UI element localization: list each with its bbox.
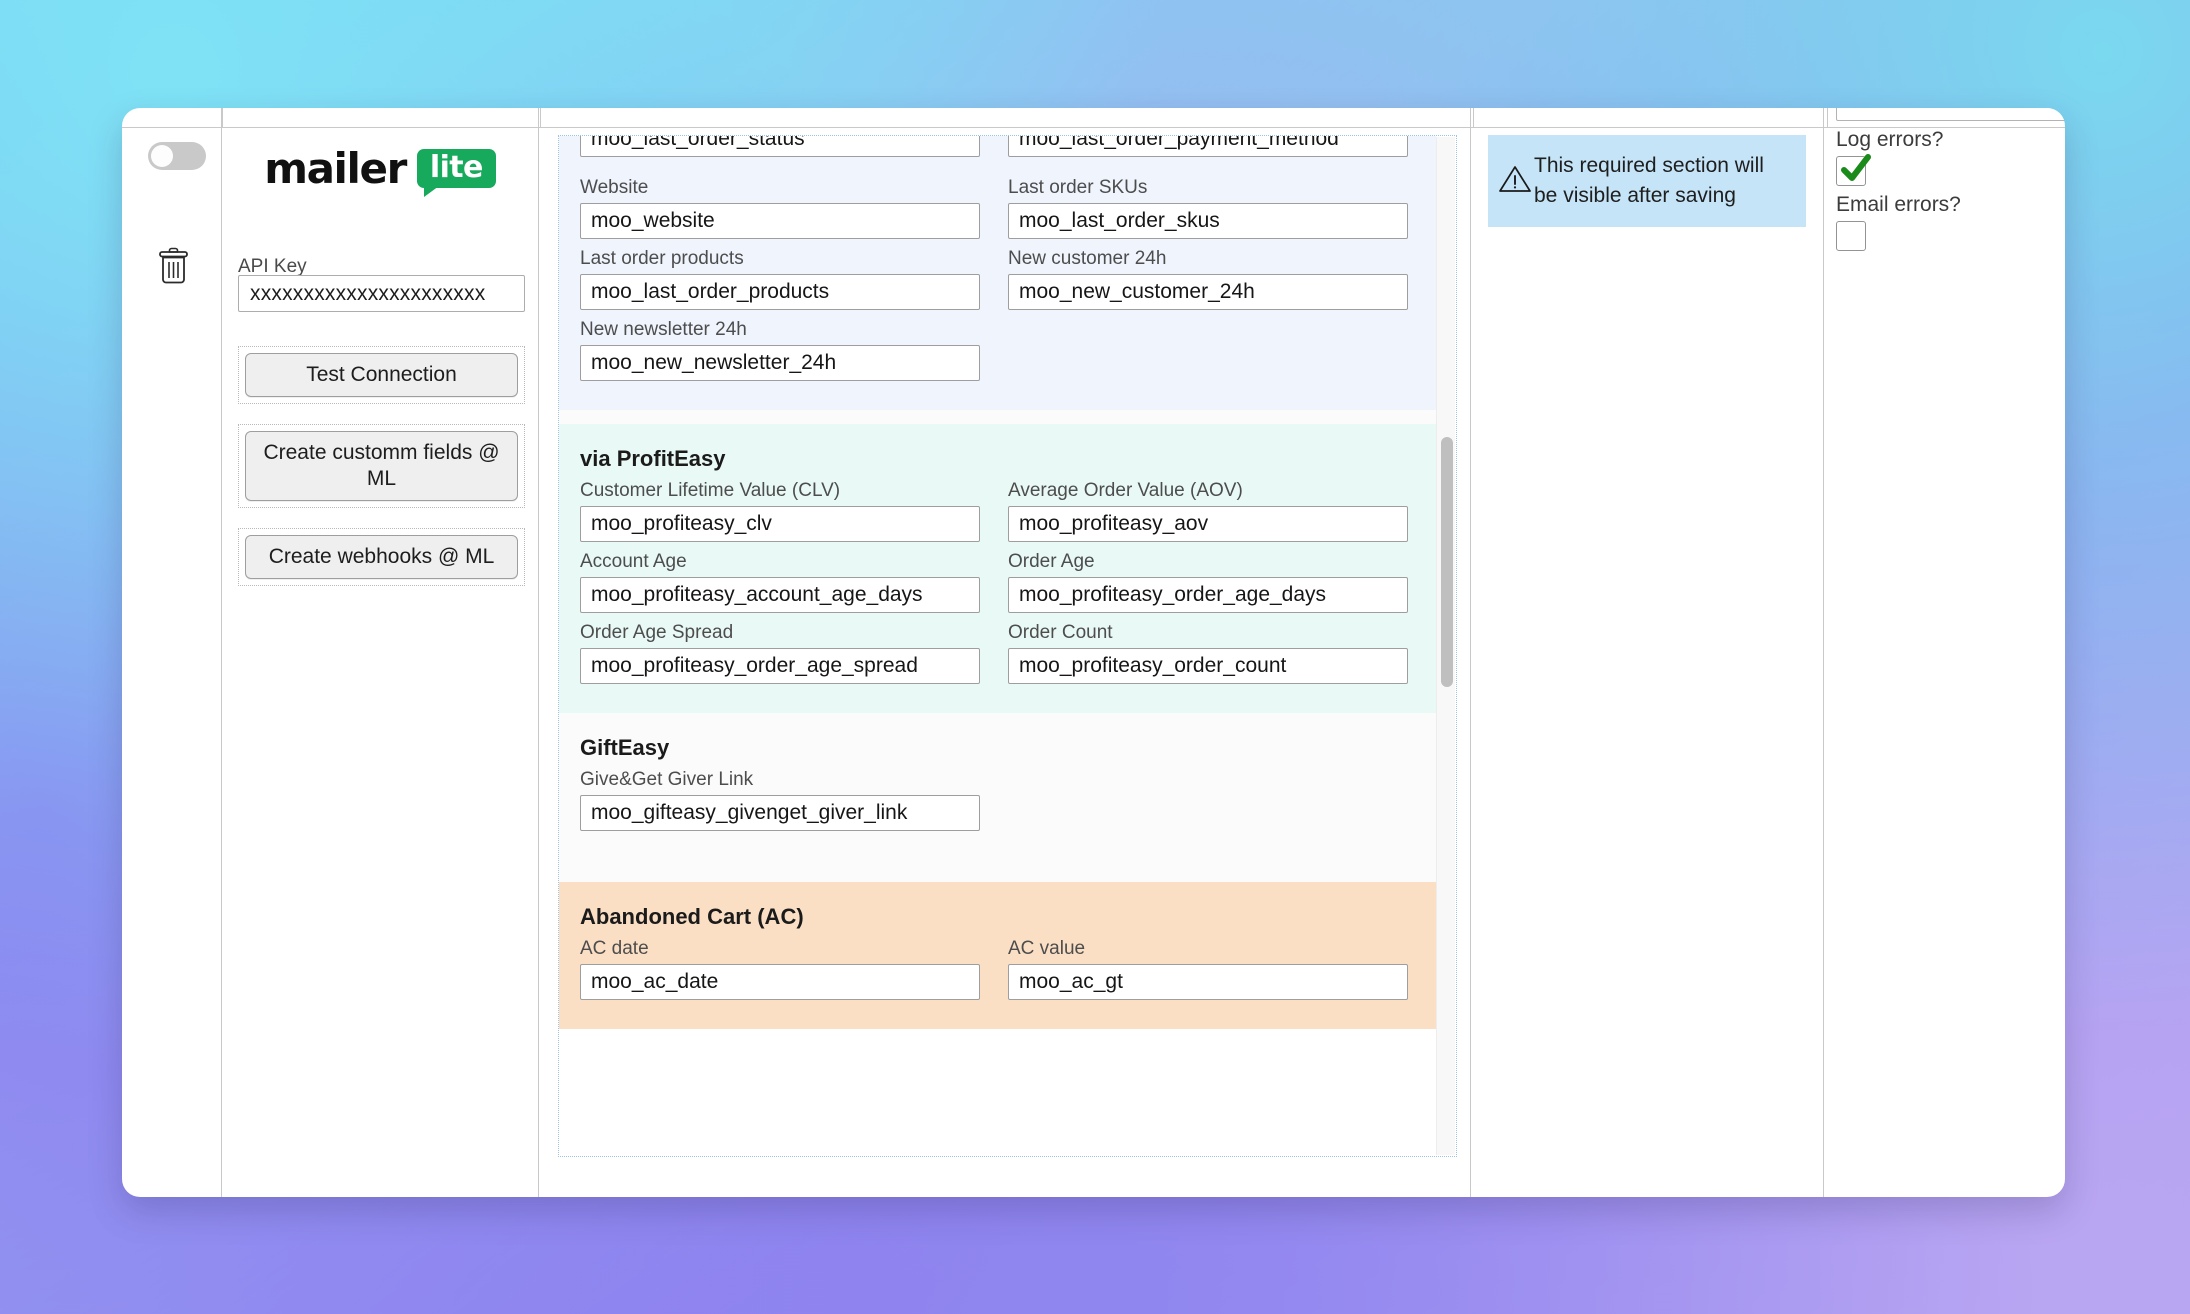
log-errors-checkbox[interactable] — [1836, 154, 1871, 186]
givenget-giver-link-input[interactable]: moo_gifteasy_givenget_giver_link — [580, 795, 980, 831]
order-age-input[interactable]: moo_profiteasy_order_age_days — [1008, 577, 1408, 613]
clv-input[interactable]: moo_profiteasy_clv — [580, 506, 980, 542]
warning-triangle-icon — [1498, 164, 1532, 198]
field-ac-date: AC date moo_ac_date — [580, 938, 1008, 1000]
error-options-column: Log errors? Email errors? — [1824, 108, 2065, 1197]
field-label: Account Age — [580, 551, 687, 572]
trash-icon[interactable] — [155, 245, 192, 285]
email-errors-checkbox[interactable] — [1836, 221, 1866, 251]
connection-sidebar: mailer lite API Key xxxxxxxxxxxxxxxxxxxx… — [222, 108, 539, 1197]
field-order-age: Order Age moo_profiteasy_order_age_days — [1008, 551, 1436, 613]
last-order-status-input[interactable]: moo_last_order_status — [580, 136, 980, 157]
create-webhooks-button[interactable]: Create webhooks @ ML — [245, 535, 518, 579]
field-ac-value: AC value moo_ac_gt — [1008, 938, 1436, 1000]
notice-text: This required section will be visible af… — [1534, 154, 1764, 207]
field-label: Order Age — [1008, 551, 1095, 572]
logo-lite-badge: lite — [416, 148, 496, 197]
section-gifteasy: GiftEasy Give&Get Giver Link moo_gifteas… — [559, 713, 1436, 882]
field-label: Customer Lifetime Value (CLV) — [580, 480, 841, 501]
field-label: Order Count — [1008, 622, 1113, 643]
section-shop-data-top-clip: moo_last_order_status moo_last_order_pay… — [559, 136, 1436, 157]
section-gifteasy-fields: Give&Get Giver Link moo_gifteasy_givenge… — [559, 763, 1436, 882]
field-label: Give&Get Giver Link — [580, 769, 754, 790]
ac-date-input[interactable]: moo_ac_date — [580, 964, 980, 1000]
new-customer-24h-input[interactable]: moo_new_customer_24h — [1008, 274, 1408, 310]
order-count-input[interactable]: moo_profiteasy_order_count — [1008, 648, 1408, 684]
field-clv: Customer Lifetime Value (CLV) moo_profit… — [580, 480, 1008, 542]
integration-settings-window: mailer lite API Key xxxxxxxxxxxxxxxxxxxx… — [122, 108, 2065, 1197]
field-givenget-giver-link: Give&Get Giver Link moo_gifteasy_givenge… — [580, 769, 1436, 831]
field-new-customer-24h: New customer 24h moo_new_customer_24h — [1008, 248, 1436, 310]
section-shop-data-fields: Website moo_website Last order SKUs moo_… — [559, 157, 1436, 410]
field-label: AC value — [1008, 938, 1086, 959]
field-label: Average Order Value (AOV) — [1008, 480, 1243, 501]
section-profiteasy-fields: Customer Lifetime Value (CLV) moo_profit… — [559, 474, 1436, 713]
last-order-skus-input[interactable]: moo_last_order_skus — [1008, 203, 1408, 239]
section-divider — [559, 410, 1436, 424]
section-abandoned-cart: Abandoned Cart (AC) AC date moo_ac_date … — [559, 882, 1436, 1029]
field-new-newsletter-24h: New newsletter 24h moo_new_newsletter_24… — [580, 319, 1008, 381]
enable-toggle[interactable] — [148, 142, 206, 170]
section-abandoned-cart-fields: AC date moo_ac_date AC value moo_ac_gt — [559, 932, 1436, 1029]
clipped-field-last-order-payment-method: moo_last_order_payment_method — [1008, 136, 1436, 157]
field-label: New customer 24h — [1008, 248, 1167, 269]
field-mapping-content: moo_last_order_status moo_last_order_pay… — [559, 136, 1436, 1035]
website-input[interactable]: moo_website — [580, 203, 980, 239]
field-last-order-products: Last order products moo_last_order_produ… — [580, 248, 1008, 310]
new-newsletter-24h-input[interactable]: moo_new_newsletter_24h — [580, 345, 980, 381]
field-label: AC date — [580, 938, 649, 959]
field-order-count: Order Count moo_profiteasy_order_count — [1008, 622, 1436, 684]
section-abandoned-cart-title: Abandoned Cart (AC) — [580, 904, 804, 929]
email-errors-label: Email errors? — [1836, 193, 1961, 216]
last-order-products-input[interactable]: moo_last_order_products — [580, 274, 980, 310]
field-label: Last order products — [580, 248, 744, 269]
notice-column: This required section will be visible af… — [1471, 108, 1824, 1197]
toggle-knob — [151, 145, 173, 167]
field-order-age-spread: Order Age Spread moo_profiteasy_order_ag… — [580, 622, 1008, 684]
test-connection-button[interactable]: Test Connection — [245, 353, 518, 397]
checkmark-icon — [1841, 154, 1871, 181]
section-profiteasy: via ProfitEasy Customer Lifetime Value (… — [559, 424, 1436, 713]
aov-input[interactable]: moo_profiteasy_aov — [1008, 506, 1408, 542]
field-website: Website moo_website — [580, 177, 1008, 239]
window-columns: mailer lite API Key xxxxxxxxxxxxxxxxxxxx… — [122, 108, 2065, 1197]
field-mapping-column: moo_last_order_status moo_last_order_pay… — [539, 108, 1471, 1197]
scrollbar-thumb[interactable] — [1441, 437, 1453, 687]
section-profiteasy-title: via ProfitEasy — [580, 446, 726, 471]
section-gifteasy-title: GiftEasy — [580, 735, 670, 760]
clipped-top-input[interactable] — [1836, 108, 2065, 121]
field-label: Order Age Spread — [580, 622, 734, 643]
field-mapping-scroll-area[interactable]: moo_last_order_status moo_last_order_pay… — [558, 135, 1457, 1157]
clipped-field-last-order-status: moo_last_order_status — [580, 136, 1008, 157]
create-webhooks-slot: Create webhooks @ ML — [238, 528, 525, 586]
last-order-payment-method-input[interactable]: moo_last_order_payment_method — [1008, 136, 1408, 157]
ac-value-input[interactable]: moo_ac_gt — [1008, 964, 1408, 1000]
clipped-row: moo_last_order_status moo_last_order_pay… — [559, 136, 1436, 157]
account-age-input[interactable]: moo_profiteasy_account_age_days — [580, 577, 980, 613]
field-label: Website — [580, 177, 649, 198]
field-account-age: Account Age moo_profiteasy_account_age_d… — [580, 551, 1008, 613]
create-custom-fields-slot: Create customm fields @ ML — [238, 424, 525, 508]
vertical-scrollbar[interactable] — [1436, 137, 1455, 1155]
mailerlite-logo: mailer lite — [222, 144, 538, 197]
section-shop-data: Website moo_website Last order SKUs moo_… — [559, 157, 1436, 410]
required-section-notice: This required section will be visible af… — [1488, 135, 1806, 227]
field-label: Last order SKUs — [1008, 177, 1148, 198]
field-label: New newsletter 24h — [580, 319, 747, 340]
test-connection-slot: Test Connection — [238, 346, 525, 404]
field-aov: Average Order Value (AOV) moo_profiteasy… — [1008, 480, 1436, 542]
field-last-order-skus: Last order SKUs moo_last_order_skus — [1008, 177, 1436, 239]
logo-wordmark: mailer — [264, 144, 407, 193]
create-custom-fields-button[interactable]: Create customm fields @ ML — [245, 431, 518, 501]
api-key-input[interactable]: xxxxxxxxxxxxxxxxxxxxxx — [238, 275, 525, 312]
row-controls-column — [122, 108, 222, 1197]
order-age-spread-input[interactable]: moo_profiteasy_order_age_spread — [580, 648, 980, 684]
